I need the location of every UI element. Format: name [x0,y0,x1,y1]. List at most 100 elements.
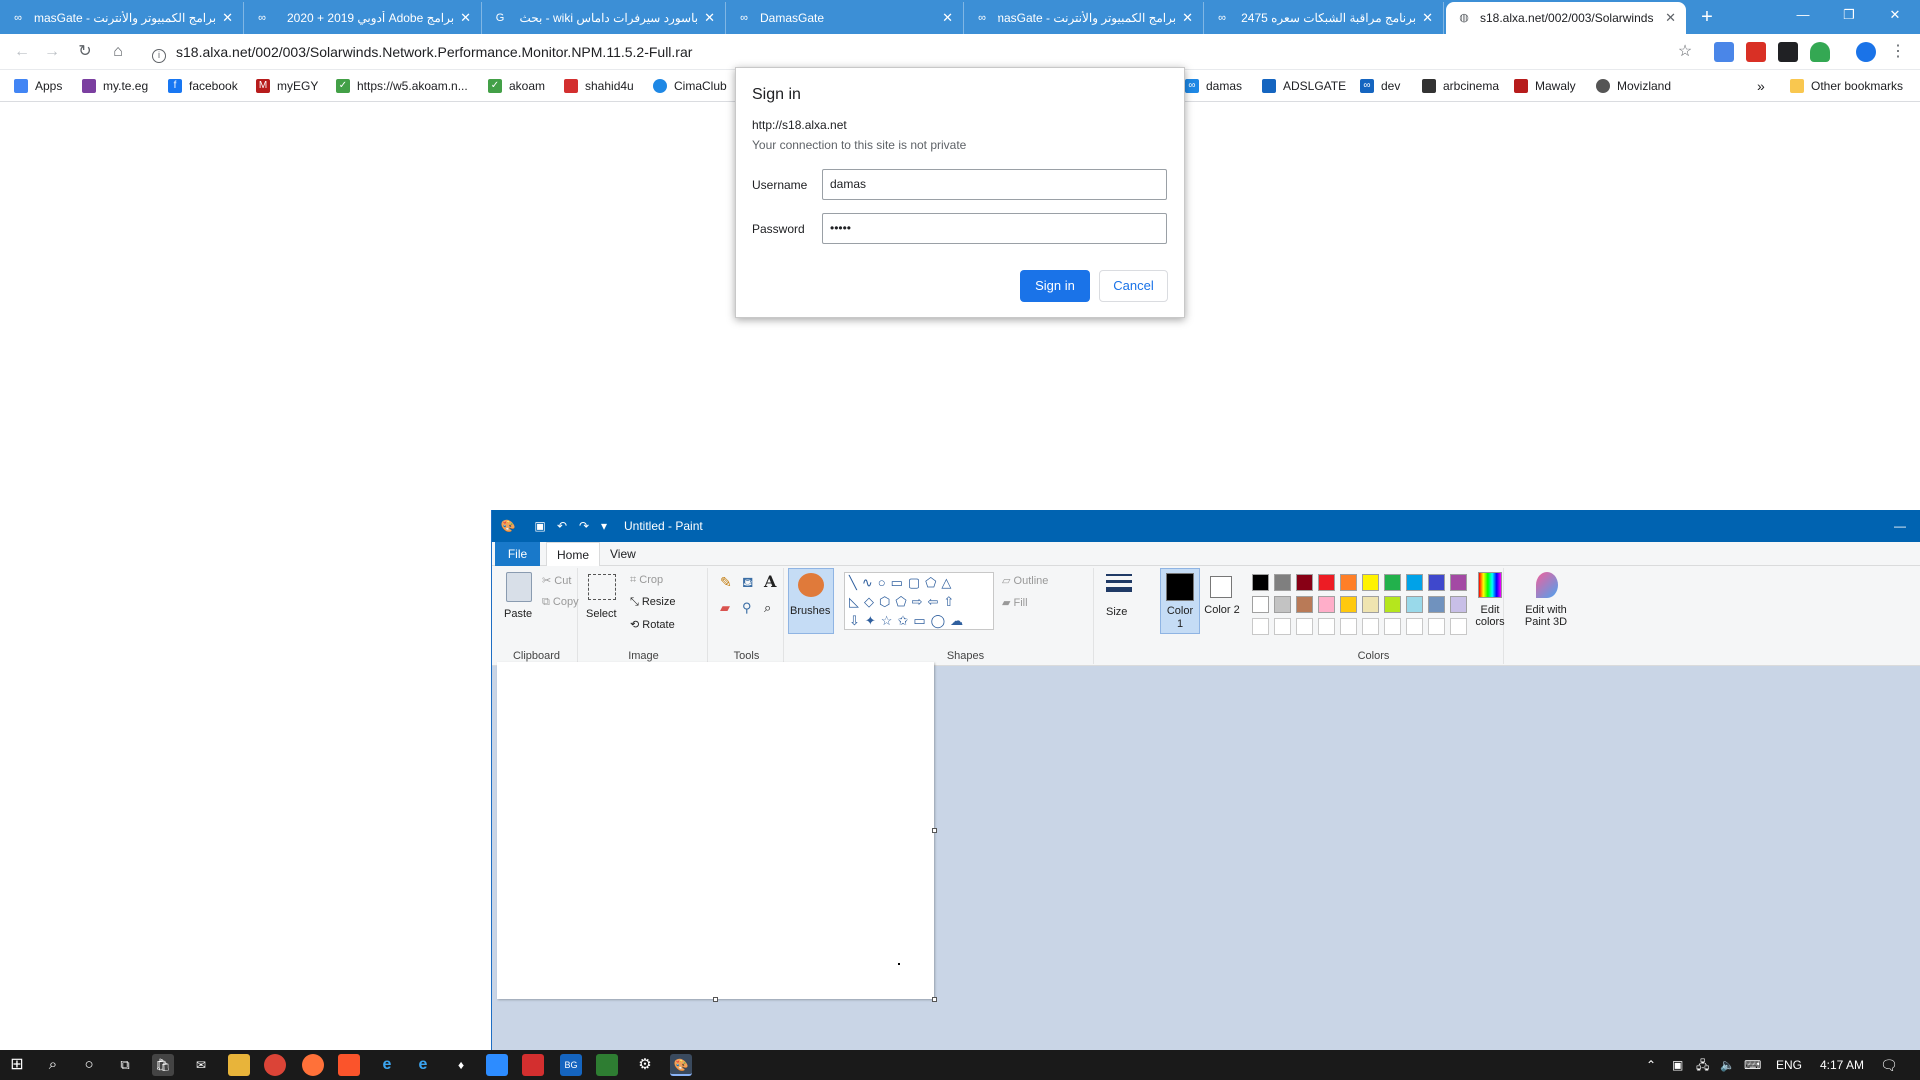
address-bar[interactable]: i s18.alxa.net/002/003/Solarwinds.Network… [140,38,1700,66]
browser-tab[interactable]: ∞ برامج الكمبيوتر والأنترنت - masGate ✕ [964,2,1204,34]
browser-tab[interactable]: ∞ برنامج مراقبة الشبكات سعره 2475 ✕ [1204,2,1444,34]
network-icon[interactable]: 🖧 [1696,1050,1709,1080]
extension-icon[interactable] [1778,42,1798,62]
app-icon[interactable]: ♦ [450,1054,472,1076]
new-tab-button[interactable]: + [1693,4,1721,30]
profile-avatar[interactable] [1856,42,1876,62]
tab-file[interactable]: File [495,542,540,566]
paint-taskbar-icon[interactable]: 🎨 [670,1054,692,1076]
internet-explorer-icon[interactable]: e [412,1054,434,1076]
custom-color-swatch[interactable] [1362,618,1379,635]
app-icon[interactable]: BG [560,1054,582,1076]
app-icon[interactable] [596,1054,618,1076]
settings-icon[interactable]: ⚙ [634,1054,656,1076]
color-swatch[interactable] [1274,596,1291,613]
custom-color-swatch[interactable] [1340,618,1357,635]
select-button[interactable]: Select [586,608,617,620]
color-swatch[interactable] [1318,596,1335,613]
resize-handle[interactable] [932,828,937,833]
color-swatch[interactable] [1274,574,1291,591]
text-tool-icon[interactable]: A [764,572,776,591]
forward-icon[interactable]: → [40,41,64,63]
color-swatch[interactable] [1296,574,1313,591]
bookmark-item[interactable]: ∞ damas [1185,76,1242,96]
file-explorer-icon[interactable] [228,1054,250,1076]
crop-button[interactable]: ⌗ Crop [630,574,663,587]
custom-color-swatch[interactable] [1428,618,1445,635]
app-icon[interactable] [522,1054,544,1076]
edge-icon[interactable]: e [376,1054,398,1076]
browser-tab[interactable]: ∞ برامج الكمبيوتر والأنترنت - masGate ✕ [0,2,244,34]
close-tab-icon[interactable]: ✕ [222,10,233,26]
cortana-icon[interactable]: ○ [78,1054,100,1076]
keyboard-icon[interactable]: ⌨ [1744,1050,1761,1080]
copy-button[interactable]: ⧉ Copy [542,596,579,609]
color-swatch[interactable] [1296,596,1313,613]
paste-button[interactable]: Paste [504,608,532,620]
browser-tab[interactable]: ∞ برامج Adobe أدوبي 2019 + 2020 ✕ [244,2,482,34]
close-window-icon[interactable]: ✕ [1872,0,1918,30]
color-swatch[interactable] [1340,596,1357,613]
paint-app-icon[interactable]: 🎨 [500,518,516,534]
bookmark-item[interactable]: Movizland [1596,76,1671,96]
close-tab-icon[interactable]: ✕ [704,10,715,26]
save-icon[interactable]: ▣ [532,518,548,534]
minimize-window-icon[interactable]: — [1892,518,1908,534]
color-swatch[interactable] [1384,574,1401,591]
edit-colors-button[interactable]: Edit colors [1470,568,1510,634]
bookmark-item[interactable]: ✓ https://w5.akoam.n... [336,76,468,96]
bookmark-item[interactable]: f facebook [168,76,238,96]
cut-button[interactable]: ✂ Cut [542,574,571,587]
undo-icon[interactable]: ↶ [554,518,570,534]
customize-quick-access-icon[interactable]: ▾ [596,518,612,534]
bookmark-item[interactable]: ADSLGATE [1262,76,1346,96]
resize-handle[interactable] [932,997,937,1002]
start-icon[interactable]: ⊞ [6,1054,28,1076]
back-icon[interactable]: ← [10,41,34,63]
search-icon[interactable]: ⌕ [42,1054,64,1076]
tab-home[interactable]: Home [546,542,601,567]
bookmark-item[interactable]: arbcinema [1422,76,1499,96]
bookmark-item[interactable]: MmyEGY [256,76,318,96]
menu-icon[interactable]: ⋮ [1886,41,1910,63]
close-tab-icon[interactable]: ✕ [1182,10,1193,26]
drawing-canvas[interactable] [497,662,934,999]
close-tab-icon[interactable]: ✕ [1422,10,1433,26]
color1-button[interactable]: Color 1 [1160,568,1200,634]
color-swatch[interactable] [1428,596,1445,613]
custom-color-swatch[interactable] [1274,618,1291,635]
clock[interactable]: 4:17 AM [1820,1050,1864,1080]
size-button[interactable]: Size [1098,568,1138,636]
sign-in-button[interactable]: Sign in [1020,270,1090,302]
bookmark-folder[interactable]: Other bookmarks [1790,76,1903,96]
color-swatch[interactable] [1362,596,1379,613]
color-picker-icon[interactable]: ⚲ [742,600,752,616]
color-swatch[interactable] [1384,596,1401,613]
cancel-button[interactable]: Cancel [1099,270,1168,302]
close-tab-icon[interactable]: ✕ [1665,10,1676,26]
teamviewer-icon[interactable] [486,1054,508,1076]
color-swatch[interactable] [1252,574,1269,591]
shield-extension-icon[interactable] [1810,42,1830,62]
color-swatch[interactable] [1406,574,1423,591]
redo-icon[interactable]: ↷ [576,518,592,534]
close-tab-icon[interactable]: ✕ [460,10,471,26]
bookmark-item[interactable]: ∞ dev [1360,76,1400,96]
color-swatch[interactable] [1252,596,1269,613]
shapes-gallery[interactable]: ╲∿○▭▢⬠△ ◺◇⬡⬠⇨⇦⇧ ⇩✦☆✩▭◯☁ [844,572,994,630]
pencil-icon[interactable]: ✎ [720,574,732,591]
edit-with-paint3d-button[interactable]: Edit with Paint 3D [1516,568,1576,634]
more-bookmarks-icon[interactable]: » [1757,76,1765,96]
color-swatch[interactable] [1406,596,1423,613]
rotate-button[interactable]: ⟲ Rotate [630,618,675,631]
custom-color-swatch[interactable] [1450,618,1467,635]
mail-icon[interactable]: ✉ [190,1054,212,1076]
fill-dropdown[interactable]: ▰ Fill [1002,596,1028,609]
task-view-icon[interactable]: ⧉ [114,1054,136,1076]
outline-dropdown[interactable]: ▱ Outline [1002,574,1048,587]
translate-extension-icon[interactable] [1714,42,1734,62]
bookmark-item[interactable]: shahid4u [564,76,634,96]
bookmark-item[interactable]: Mawaly [1514,76,1576,96]
resize-handle[interactable] [713,997,718,1002]
fill-bucket-icon[interactable]: ⛾ [742,574,753,593]
